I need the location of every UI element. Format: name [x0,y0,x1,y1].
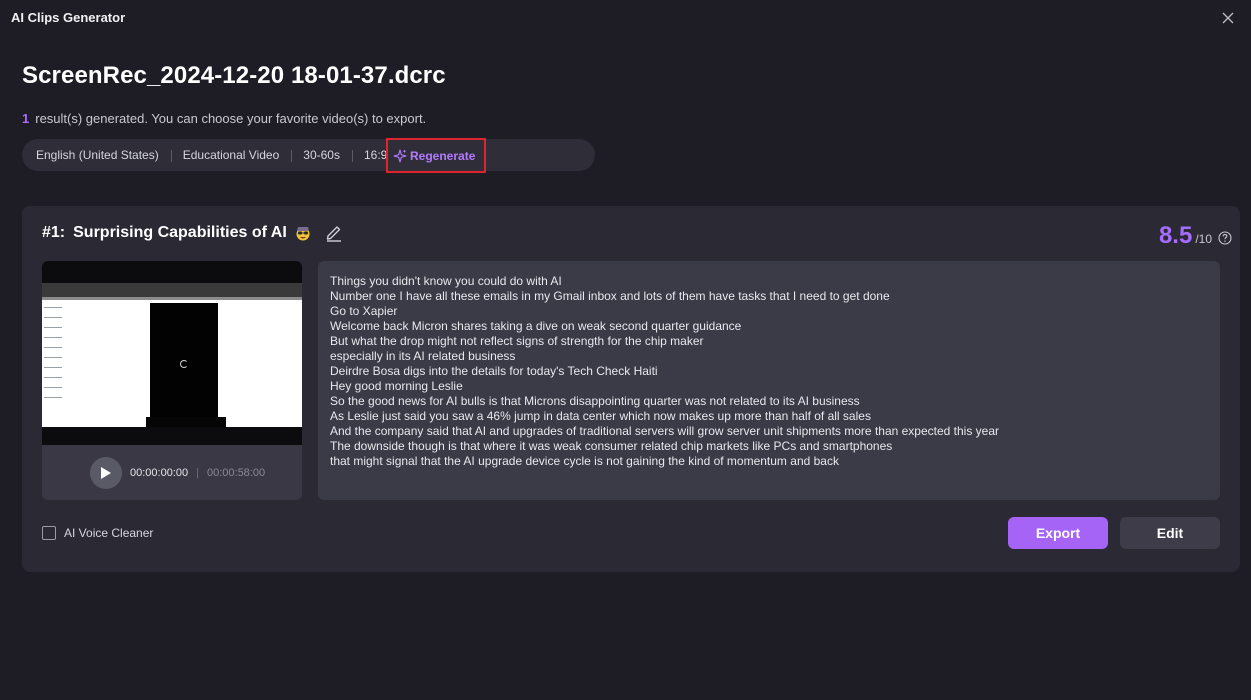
language-option: English (United States) [36,148,159,162]
generation-options-bar: English (United States) Educational Vide… [22,139,595,171]
question-circle-icon[interactable] [1218,231,1232,245]
transcript-line: As Leslie just said you saw a 46% jump i… [330,409,871,423]
thumbnail-spinner [180,360,188,368]
transcript-line: especially in its AI related business [330,349,516,363]
transcript-line: Number one I have all these emails in my… [330,289,890,303]
score-max: /10 [1195,232,1212,246]
thumbnail-phone-base [146,417,226,427]
transcript-line: And the company said that AI and upgrade… [330,424,1000,438]
transcript-line: Hey good morning Leslie [330,379,463,393]
clip-title-text: Surprising Capabilities of AI [73,224,287,241]
video-frame-thumbnail [42,283,302,427]
edit-button[interactable]: Edit [1120,517,1220,549]
results-message: result(s) generated. You can choose your… [35,111,427,126]
clip-score: 8.5 /10 [1159,222,1212,250]
transcript-line: that might signal that the AI upgrade de… [330,454,839,468]
total-time: 00:00:58:00 [206,466,266,479]
close-button[interactable] [1218,8,1238,28]
regenerate-button[interactable]: Regenerate [386,138,486,173]
transcript-line: Go to Xapier [330,304,398,318]
transcript-box[interactable]: Things you didn't know you could do with… [318,261,1220,500]
file-title: ScreenRec_2024-12-20 18-01-37.dcrc [22,62,446,89]
player-controls: 00:00:00:00 | 00:00:58:00 [42,445,302,500]
play-button[interactable] [90,456,122,489]
ai-voice-cleaner-label: AI Voice Cleaner [64,526,154,540]
app-title: AI Clips Generator [11,10,126,25]
ai-voice-cleaner-toggle[interactable]: AI Voice Cleaner [42,526,153,540]
transcript-line: Welcome back Micron shares taking a dive… [330,319,742,333]
transcript-line: But what the drop might not reflect sign… [330,334,704,348]
duration-option: 30-60s [291,148,352,162]
thumbnail-browser-bar [42,283,302,297]
transcript-line: So the good news for AI bulls is that Mi… [330,394,860,408]
clip-result-card: #1: Surprising Capabilities of AI 8.5 /1… [22,206,1240,572]
title-bar: AI Clips Generator [0,0,1251,36]
transcript-line: Things you didn't know you could do with… [330,274,562,288]
sparkle-icon [393,148,407,163]
current-time: 00:00:00:00 [130,466,189,479]
score-value: 8.5 [1158,222,1193,249]
export-button[interactable]: Export [1008,517,1108,549]
transcript-line: The downside though is that where it was… [330,439,893,453]
play-icon [101,466,111,479]
pencil-icon[interactable] [324,222,344,242]
video-player: 00:00:00:00 | 00:00:58:00 [42,261,302,500]
mind-blown-emoji-icon [296,227,310,241]
close-icon [1222,12,1234,24]
category-option: Educational Video [170,148,292,162]
regenerate-label: Regenerate [410,148,476,163]
thumbnail-toolbar [42,297,302,300]
ai-voice-cleaner-checkbox[interactable] [42,526,56,540]
clip-title: #1: Surprising Capabilities of AI [42,224,311,242]
transcript-line: Deirdre Bosa digs into the details for t… [330,364,658,378]
time-separator: | [196,466,199,479]
video-preview[interactable] [42,261,302,445]
clip-number: #1: [42,224,66,241]
results-count: 1 [22,111,30,126]
thumbnail-sidebar [44,303,62,403]
results-summary: 1 result(s) generated. You can choose you… [22,111,426,126]
